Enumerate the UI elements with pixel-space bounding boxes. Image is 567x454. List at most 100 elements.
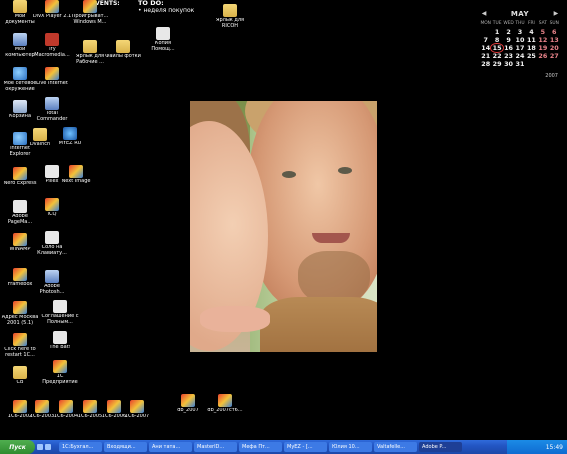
desktop-icon[interactable]: Файлы фотки <box>103 40 143 60</box>
calendar-day[interactable]: 16 <box>503 44 514 52</box>
desktop-icon[interactable]: ICQ <box>32 198 72 218</box>
calendar-day[interactable]: 4 <box>526 28 537 36</box>
todo-item: • неделя покупок <box>138 7 195 14</box>
taskbar: Пуск 1С:Бухгал... Входящи... Ани тата... Ma… <box>0 440 567 454</box>
calendar-day[interactable]: 13 <box>549 36 560 44</box>
calendar-day[interactable]: 28 <box>480 60 491 68</box>
desktop-icon[interactable]: Try Macromedia... <box>32 33 72 58</box>
live-internet-icon <box>45 67 59 80</box>
taskbar-button[interactable]: Adobe P... <box>419 442 462 452</box>
calendar-day[interactable]: 19 <box>537 44 548 52</box>
calendar-day[interactable]: 22 <box>491 52 502 60</box>
calendar-week: 14 15 16 17 18 19 20 <box>480 43 560 54</box>
desktop-icon[interactable]: Ярлык для RICOH <box>210 4 250 29</box>
desktop-icon[interactable]: Live Internet <box>32 67 72 87</box>
the-bat-icon <box>53 331 67 344</box>
calendar-day[interactable]: 20 <box>549 44 560 52</box>
desktop-icon[interactable]: Total Commander <box>32 97 72 122</box>
taskbar-button[interactable]: Valtafelle... <box>374 442 417 452</box>
desktop-icon-label: db_2007ст6... <box>207 408 243 413</box>
calendar-day[interactable]: 25 <box>526 52 537 60</box>
1c6-2007-icon <box>130 400 144 413</box>
taskbar-button[interactable]: Юлия 10... <box>329 442 372 452</box>
todo-title: TO DO: <box>138 0 164 7</box>
desktop-icon[interactable]: Adobe Photosh... <box>32 270 72 295</box>
calendar-day[interactable]: 18 <box>526 44 537 52</box>
desktop-icon[interactable]: Копия Помощ... <box>143 27 183 52</box>
desktop-icon[interactable]: Next Image <box>56 165 96 185</box>
calendar-day[interactable]: 6 <box>549 28 560 36</box>
network-places-icon <box>13 67 27 80</box>
desktop-icon[interactable]: 1С Предприятие <box>40 360 80 385</box>
desktop-icon-label: db_2007 <box>177 408 199 413</box>
taskbar-button[interactable]: 1С:Бухгал... <box>59 442 102 452</box>
desktop-icon[interactable]: DivX Player 2.1 <box>32 0 72 20</box>
dvalnch-folder-icon <box>33 128 47 141</box>
1c-enterprise-icon <box>53 360 67 373</box>
solo-keyboard-icon <box>45 231 59 244</box>
taskbar-button[interactable]: Ани тата... <box>149 442 192 452</box>
photo-shirt <box>260 297 377 352</box>
taskbar-button[interactable]: Входящи... <box>104 442 147 452</box>
calendar-day[interactable]: 21 <box>480 52 491 60</box>
calendar-day[interactable]: 31 <box>514 60 525 68</box>
help-copy-icon <box>156 27 170 40</box>
calendar-day[interactable]: 7 <box>480 36 491 44</box>
quick-launch-desktop-icon[interactable] <box>37 444 43 450</box>
calendar-day[interactable]: 12 <box>537 36 548 44</box>
calendar-day[interactable]: 10 <box>514 36 525 44</box>
taskbar-button[interactable]: MasterID... <box>194 442 237 452</box>
calendar-day[interactable]: 2 <box>503 28 514 36</box>
desktop-icon-label: Next Image <box>61 179 91 184</box>
calendar-week: 28 29 30 31 <box>480 60 560 68</box>
quick-launch-browser-icon[interactable] <box>45 444 51 450</box>
taskbar-button[interactable]: MyEZ - [... <box>284 442 327 452</box>
desktop-icon[interactable]: Проигрыват... Windows M... <box>70 0 110 25</box>
desktop-icon[interactable]: db_2007 <box>168 394 208 414</box>
photo-viewer-image[interactable] <box>190 101 377 352</box>
taskbar-button[interactable]: Мефа Пт... <box>239 442 282 452</box>
desktop-icon[interactable]: Соло на Клавиату... <box>32 231 72 256</box>
calendar-day[interactable]: 27 <box>549 52 560 60</box>
desktop-icon[interactable]: CB <box>0 366 40 386</box>
adobe-photoshop-icon <box>45 270 59 283</box>
desktop-icon[interactable]: db_2007ст6... <box>205 394 245 414</box>
calendar-day[interactable]: 29 <box>491 60 502 68</box>
calendar-day[interactable]: 17 <box>514 44 525 52</box>
desktop-icon[interactable]: Click here to restart 1C... <box>0 333 40 358</box>
calendar-day[interactable]: 3 <box>514 28 525 36</box>
clock[interactable]: 15:49 <box>546 444 563 451</box>
calendar-day[interactable]: 8 <box>491 36 502 44</box>
calendar-day[interactable]: 11 <box>526 36 537 44</box>
calendar-day[interactable]: 26 <box>537 52 548 60</box>
calendar-next-arrow-icon[interactable]: ▶ <box>552 10 560 18</box>
calendar-prev-arrow-icon[interactable]: ◀ <box>480 10 488 18</box>
calendar-day[interactable]: 5 <box>537 28 548 36</box>
calendar-day[interactable]: 9 <box>503 36 514 44</box>
desktop-icon[interactable]: Адрес Москва 2001 (5.1) <box>0 301 40 326</box>
calendar-weekday: WED <box>503 21 514 26</box>
total-commander-icon <box>45 97 59 110</box>
calendar-day[interactable]: 30 <box>503 60 514 68</box>
icq-icon <box>45 198 59 211</box>
calendar-day <box>480 28 491 36</box>
calendar-day[interactable]: 15 <box>490 43 504 54</box>
desktop-icon-label: Click here to restart 1C... <box>4 347 36 358</box>
start-button[interactable]: Пуск <box>0 440 35 454</box>
calendar-day[interactable]: 1 <box>491 28 502 36</box>
desktop-icon-label: Файлы фотки <box>105 54 141 59</box>
calendar-weekday: SAT <box>538 21 547 26</box>
desktop-icon[interactable]: Соглашение с Полным... <box>40 300 80 325</box>
desktop-icon[interactable]: MYEZ RU <box>50 127 90 147</box>
calendar-day[interactable]: 24 <box>514 52 525 60</box>
desktop-icon-label: Adobe Photosh... <box>39 284 65 295</box>
calendar-day[interactable]: 14 <box>480 44 491 52</box>
photo-hand <box>200 306 270 332</box>
calendar-day[interactable]: 23 <box>503 52 514 60</box>
desktop-icon[interactable]: The Bat! <box>40 331 80 351</box>
desktop-icon-label: CB <box>16 380 24 385</box>
agreement-icon <box>53 300 67 313</box>
calendar-year: 2007 <box>545 72 558 79</box>
desktop-icon[interactable]: 1С6-2007 <box>117 400 157 420</box>
desktop-icon-label: The Bat! <box>49 345 71 350</box>
